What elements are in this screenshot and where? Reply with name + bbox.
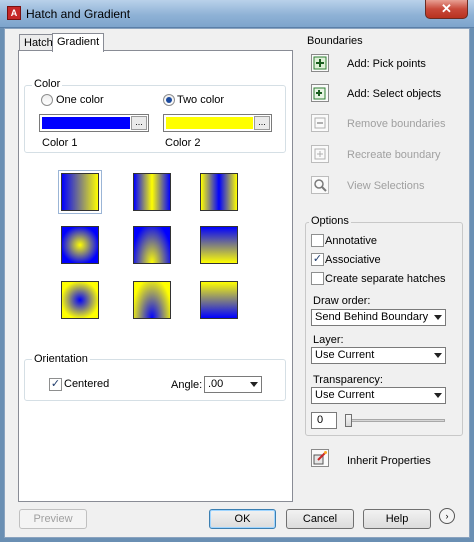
color2-browse-button[interactable]: ... <box>254 116 270 130</box>
color2-label: Color 2 <box>165 137 201 149</box>
gradient-cylinder-swatch[interactable] <box>133 173 171 211</box>
associative-checkbox[interactable]: ✓ <box>311 253 324 266</box>
gradient-linear-swatch[interactable] <box>61 173 99 211</box>
remove-boundaries-label[interactable]: Remove boundaries <box>347 118 445 130</box>
centered-checkbox[interactable]: ✓ <box>49 378 62 391</box>
select-objects-label[interactable]: Add: Select objects <box>347 88 441 100</box>
separate-hatches-checkbox[interactable] <box>311 272 324 285</box>
pick-points-label[interactable]: Add: Pick points <box>347 58 426 70</box>
draw-order-value: Send Behind Boundary <box>315 311 429 323</box>
centered-label: Centered <box>64 378 110 390</box>
ok-button[interactable]: OK <box>209 509 276 529</box>
tab-gradient[interactable]: Gradient <box>52 33 105 52</box>
color2-swatch-box[interactable]: ... <box>163 114 272 132</box>
recreate-boundary-icon <box>314 148 326 160</box>
draw-order-dropdown[interactable]: Send Behind Boundary <box>311 309 446 326</box>
color1-swatch <box>42 117 130 129</box>
recreate-boundary-label[interactable]: Recreate boundary <box>347 149 441 161</box>
window-title: Hatch and Gradient <box>26 7 131 21</box>
dialog-body: Hatch Gradient Color One color Two color… <box>4 28 470 538</box>
chevron-down-icon <box>434 353 442 358</box>
inherit-properties-icon <box>313 451 327 465</box>
color1-label: Color 1 <box>42 137 78 149</box>
options-group-label: Options <box>309 215 351 227</box>
gradient-inverted-cylinder-swatch[interactable] <box>200 173 238 211</box>
recreate-boundary-button[interactable] <box>311 145 329 163</box>
pick-points-icon <box>313 56 327 70</box>
view-selections-icon <box>314 179 327 192</box>
layer-dropdown[interactable]: Use Current <box>311 347 446 364</box>
select-objects-button[interactable] <box>311 84 329 102</box>
transparency-dropdown[interactable]: Use Current <box>311 387 446 404</box>
transparency-amount-input[interactable]: 0 <box>311 412 337 429</box>
chevron-down-icon <box>434 315 442 320</box>
inherit-properties-button[interactable] <box>311 449 329 467</box>
gradient-tab-panel: Color One color Two color ... ... Color … <box>18 50 293 502</box>
angle-dropdown[interactable]: .00 <box>204 376 262 393</box>
draw-order-label: Draw order: <box>313 295 371 307</box>
boundaries-group-label: Boundaries <box>307 35 363 47</box>
angle-label: Angle: <box>171 379 203 391</box>
one-color-radio[interactable] <box>41 94 53 106</box>
autocad-app-icon: A <box>7 6 21 20</box>
view-selections-label[interactable]: View Selections <box>347 180 424 192</box>
orientation-group-label: Orientation <box>32 353 90 365</box>
separate-hatches-label: Create separate hatches <box>325 273 446 285</box>
color-group-label: Color <box>32 78 63 90</box>
gradient-inverted-spherical-swatch[interactable] <box>61 281 99 319</box>
annotative-checkbox[interactable] <box>311 234 324 247</box>
layer-value: Use Current <box>315 349 375 361</box>
cancel-button[interactable]: Cancel <box>286 509 354 529</box>
gradient-spherical-swatch[interactable] <box>61 226 99 264</box>
chevron-down-icon <box>434 393 442 398</box>
associative-label: Associative <box>325 254 381 266</box>
gradient-inverted-curved-swatch[interactable] <box>200 281 238 319</box>
gradient-inverted-hemispherical-swatch[interactable] <box>133 281 171 319</box>
help-button[interactable]: Help <box>363 509 431 529</box>
annotative-label: Annotative <box>325 235 377 247</box>
view-selections-button[interactable] <box>311 176 329 194</box>
title-bar: A Hatch and Gradient ✕ <box>0 0 474 28</box>
preview-button[interactable]: Preview <box>19 509 87 529</box>
layer-label: Layer: <box>313 334 344 346</box>
gradient-hemispherical-swatch[interactable] <box>133 226 171 264</box>
chevron-down-icon <box>250 382 258 387</box>
transparency-slider-track[interactable] <box>345 419 445 422</box>
more-options-button[interactable]: › <box>439 508 455 524</box>
close-button[interactable]: ✕ <box>425 0 468 19</box>
color1-swatch-box[interactable]: ... <box>39 114 149 132</box>
color1-browse-button[interactable]: ... <box>131 116 147 130</box>
gradient-curved-swatch[interactable] <box>200 226 238 264</box>
inherit-properties-label[interactable]: Inherit Properties <box>347 455 431 467</box>
two-color-radio[interactable] <box>163 94 175 106</box>
select-objects-icon <box>313 87 326 100</box>
remove-boundaries-button[interactable] <box>311 114 329 132</box>
transparency-value: Use Current <box>315 389 375 401</box>
pick-points-button[interactable] <box>311 54 329 72</box>
transparency-slider-thumb[interactable] <box>345 414 352 427</box>
one-color-label: One color <box>56 94 104 106</box>
remove-boundaries-icon <box>314 117 326 129</box>
two-color-label: Two color <box>177 94 225 106</box>
color2-swatch <box>166 117 253 129</box>
transparency-label: Transparency: <box>313 374 383 386</box>
angle-value: .00 <box>208 378 224 390</box>
